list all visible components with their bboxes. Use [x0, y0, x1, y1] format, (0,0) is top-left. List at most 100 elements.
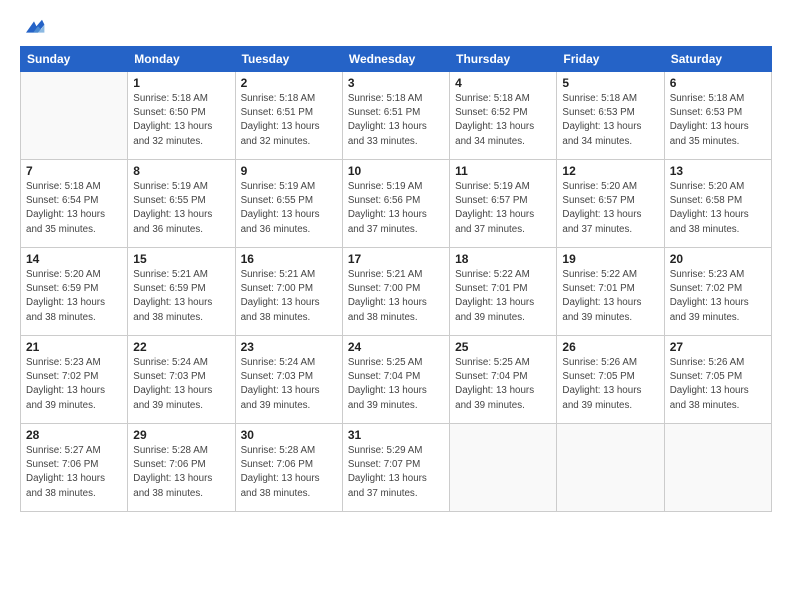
weekday-header-row: SundayMondayTuesdayWednesdayThursdayFrid… [21, 47, 772, 72]
day-info: Sunrise: 5:28 AM Sunset: 7:06 PM Dayligh… [133, 444, 229, 501]
calendar-cell: 1Sunrise: 5:18 AM Sunset: 6:50 PM Daylig… [128, 72, 235, 160]
calendar-cell: 29 Sunrise: 5:28 AM Sunset: 7:06 PM Dayli… [128, 424, 235, 512]
day-info: Sunrise: 5:21 AM Sunset: 7:00 PM Dayligh… [348, 268, 444, 325]
calendar-cell: 4Sunrise: 5:18 AM Sunset: 6:52 PM Daylig… [450, 72, 557, 160]
calendar-cell: 2 Sunrise: 5:18 AM Sunset: 6:51 PM Daylig… [235, 72, 342, 160]
day-number: 10 [348, 164, 444, 178]
day-info: Sunrise: 5:18 AM Sunset: 6:51 PM Dayligh… [348, 92, 444, 149]
calendar-cell: 28 Sunrise: 5:27 AM Sunset: 7:06 PM Dayli… [21, 424, 128, 512]
logo [20, 18, 46, 36]
day-info: Sunrise: 5:29 AM Sunset: 7:07 PM Dayligh… [348, 444, 444, 501]
calendar-cell: 16 Sunrise: 5:21 AM Sunset: 7:00 PM Dayli… [235, 248, 342, 336]
day-info: Sunrise: 5:19 AM Sunset: 6:55 PM Dayligh… [241, 180, 337, 237]
day-number: 28 [26, 428, 122, 442]
day-number: 22 [133, 340, 229, 354]
day-number: 14 [26, 252, 122, 266]
calendar-cell: 19 Sunrise: 5:22 AM Sunset: 7:01 PM Dayli… [557, 248, 664, 336]
calendar-week-row: 1Sunrise: 5:18 AM Sunset: 6:50 PM Daylig… [21, 72, 772, 160]
calendar-week-row: 14Sunrise: 5:20 AM Sunset: 6:59 PM Dayli… [21, 248, 772, 336]
day-info: Sunrise: 5:24 AM Sunset: 7:03 PM Dayligh… [133, 356, 229, 413]
day-number: 27 [670, 340, 766, 354]
day-number: 18 [455, 252, 551, 266]
day-info: Sunrise: 5:27 AM Sunset: 7:06 PM Dayligh… [26, 444, 122, 501]
weekday-header-monday: Monday [128, 47, 235, 72]
calendar-week-row: 28 Sunrise: 5:27 AM Sunset: 7:06 PM Dayli… [21, 424, 772, 512]
weekday-header-tuesday: Tuesday [235, 47, 342, 72]
day-number: 6 [670, 76, 766, 90]
day-info: Sunrise: 5:23 AM Sunset: 7:02 PM Dayligh… [670, 268, 766, 325]
day-info: Sunrise: 5:28 AM Sunset: 7:06 PM Dayligh… [241, 444, 337, 501]
calendar-cell: 7 Sunrise: 5:18 AM Sunset: 6:54 PM Daylig… [21, 160, 128, 248]
calendar-cell: 14Sunrise: 5:20 AM Sunset: 6:59 PM Dayli… [21, 248, 128, 336]
day-number: 7 [26, 164, 122, 178]
calendar-cell: 10 Sunrise: 5:19 AM Sunset: 6:56 PM Dayli… [342, 160, 449, 248]
calendar-cell [21, 72, 128, 160]
calendar-cell: 18 Sunrise: 5:22 AM Sunset: 7:01 PM Dayli… [450, 248, 557, 336]
day-info: Sunrise: 5:26 AM Sunset: 7:05 PM Dayligh… [670, 356, 766, 413]
calendar-cell: 9Sunrise: 5:19 AM Sunset: 6:55 PM Daylig… [235, 160, 342, 248]
day-number: 3 [348, 76, 444, 90]
day-number: 15 [133, 252, 229, 266]
day-info: Sunrise: 5:20 AM Sunset: 6:58 PM Dayligh… [670, 180, 766, 237]
day-info: Sunrise: 5:22 AM Sunset: 7:01 PM Dayligh… [455, 268, 551, 325]
day-number: 8 [133, 164, 229, 178]
calendar-cell: 25Sunrise: 5:25 AM Sunset: 7:04 PM Dayli… [450, 336, 557, 424]
weekday-header-saturday: Saturday [664, 47, 771, 72]
calendar-cell: 8 Sunrise: 5:19 AM Sunset: 6:55 PM Daylig… [128, 160, 235, 248]
calendar-cell: 15Sunrise: 5:21 AM Sunset: 6:59 PM Dayli… [128, 248, 235, 336]
calendar-cell: 6Sunrise: 5:18 AM Sunset: 6:53 PM Daylig… [664, 72, 771, 160]
logo-text [20, 18, 46, 36]
day-info: Sunrise: 5:19 AM Sunset: 6:57 PM Dayligh… [455, 180, 551, 237]
calendar-cell [450, 424, 557, 512]
day-number: 19 [562, 252, 658, 266]
weekday-header-friday: Friday [557, 47, 664, 72]
calendar-cell: 23Sunrise: 5:24 AM Sunset: 7:03 PM Dayli… [235, 336, 342, 424]
day-info: Sunrise: 5:22 AM Sunset: 7:01 PM Dayligh… [562, 268, 658, 325]
day-info: Sunrise: 5:18 AM Sunset: 6:54 PM Dayligh… [26, 180, 122, 237]
day-info: Sunrise: 5:26 AM Sunset: 7:05 PM Dayligh… [562, 356, 658, 413]
day-number: 30 [241, 428, 337, 442]
day-info: Sunrise: 5:18 AM Sunset: 6:52 PM Dayligh… [455, 92, 551, 149]
calendar-cell: 12 Sunrise: 5:20 AM Sunset: 6:57 PM Dayli… [557, 160, 664, 248]
weekday-header-thursday: Thursday [450, 47, 557, 72]
day-info: Sunrise: 5:21 AM Sunset: 7:00 PM Dayligh… [241, 268, 337, 325]
calendar-cell: 17Sunrise: 5:21 AM Sunset: 7:00 PM Dayli… [342, 248, 449, 336]
calendar-cell: 3 Sunrise: 5:18 AM Sunset: 6:51 PM Daylig… [342, 72, 449, 160]
day-number: 1 [133, 76, 229, 90]
day-number: 13 [670, 164, 766, 178]
day-info: Sunrise: 5:19 AM Sunset: 6:55 PM Dayligh… [133, 180, 229, 237]
day-info: Sunrise: 5:19 AM Sunset: 6:56 PM Dayligh… [348, 180, 444, 237]
day-info: Sunrise: 5:24 AM Sunset: 7:03 PM Dayligh… [241, 356, 337, 413]
day-info: Sunrise: 5:25 AM Sunset: 7:04 PM Dayligh… [455, 356, 551, 413]
calendar-cell [664, 424, 771, 512]
calendar-cell: 13 Sunrise: 5:20 AM Sunset: 6:58 PM Dayli… [664, 160, 771, 248]
calendar-cell [557, 424, 664, 512]
day-number: 11 [455, 164, 551, 178]
day-info: Sunrise: 5:20 AM Sunset: 6:57 PM Dayligh… [562, 180, 658, 237]
day-number: 29 [133, 428, 229, 442]
day-number: 20 [670, 252, 766, 266]
calendar-table: SundayMondayTuesdayWednesdayThursdayFrid… [20, 46, 772, 512]
calendar-cell: 22 Sunrise: 5:24 AM Sunset: 7:03 PM Dayli… [128, 336, 235, 424]
calendar-cell: 27 Sunrise: 5:26 AM Sunset: 7:05 PM Dayli… [664, 336, 771, 424]
day-info: Sunrise: 5:25 AM Sunset: 7:04 PM Dayligh… [348, 356, 444, 413]
day-number: 2 [241, 76, 337, 90]
day-number: 12 [562, 164, 658, 178]
day-number: 5 [562, 76, 658, 90]
weekday-header-sunday: Sunday [21, 47, 128, 72]
calendar-cell: 26Sunrise: 5:26 AM Sunset: 7:05 PM Dayli… [557, 336, 664, 424]
calendar-cell: 24 Sunrise: 5:25 AM Sunset: 7:04 PM Dayli… [342, 336, 449, 424]
calendar-cell: 30 Sunrise: 5:28 AM Sunset: 7:06 PM Dayli… [235, 424, 342, 512]
calendar-cell: 5 Sunrise: 5:18 AM Sunset: 6:53 PM Daylig… [557, 72, 664, 160]
calendar-cell: 11 Sunrise: 5:19 AM Sunset: 6:57 PM Dayli… [450, 160, 557, 248]
day-number: 16 [241, 252, 337, 266]
calendar-week-row: 7 Sunrise: 5:18 AM Sunset: 6:54 PM Daylig… [21, 160, 772, 248]
page: SundayMondayTuesdayWednesdayThursdayFrid… [0, 0, 792, 612]
calendar-cell: 21Sunrise: 5:23 AM Sunset: 7:02 PM Dayli… [21, 336, 128, 424]
header [20, 18, 772, 36]
day-info: Sunrise: 5:18 AM Sunset: 6:51 PM Dayligh… [241, 92, 337, 149]
calendar-cell: 20 Sunrise: 5:23 AM Sunset: 7:02 PM Dayli… [664, 248, 771, 336]
day-info: Sunrise: 5:18 AM Sunset: 6:53 PM Dayligh… [562, 92, 658, 149]
day-number: 31 [348, 428, 444, 442]
day-number: 24 [348, 340, 444, 354]
